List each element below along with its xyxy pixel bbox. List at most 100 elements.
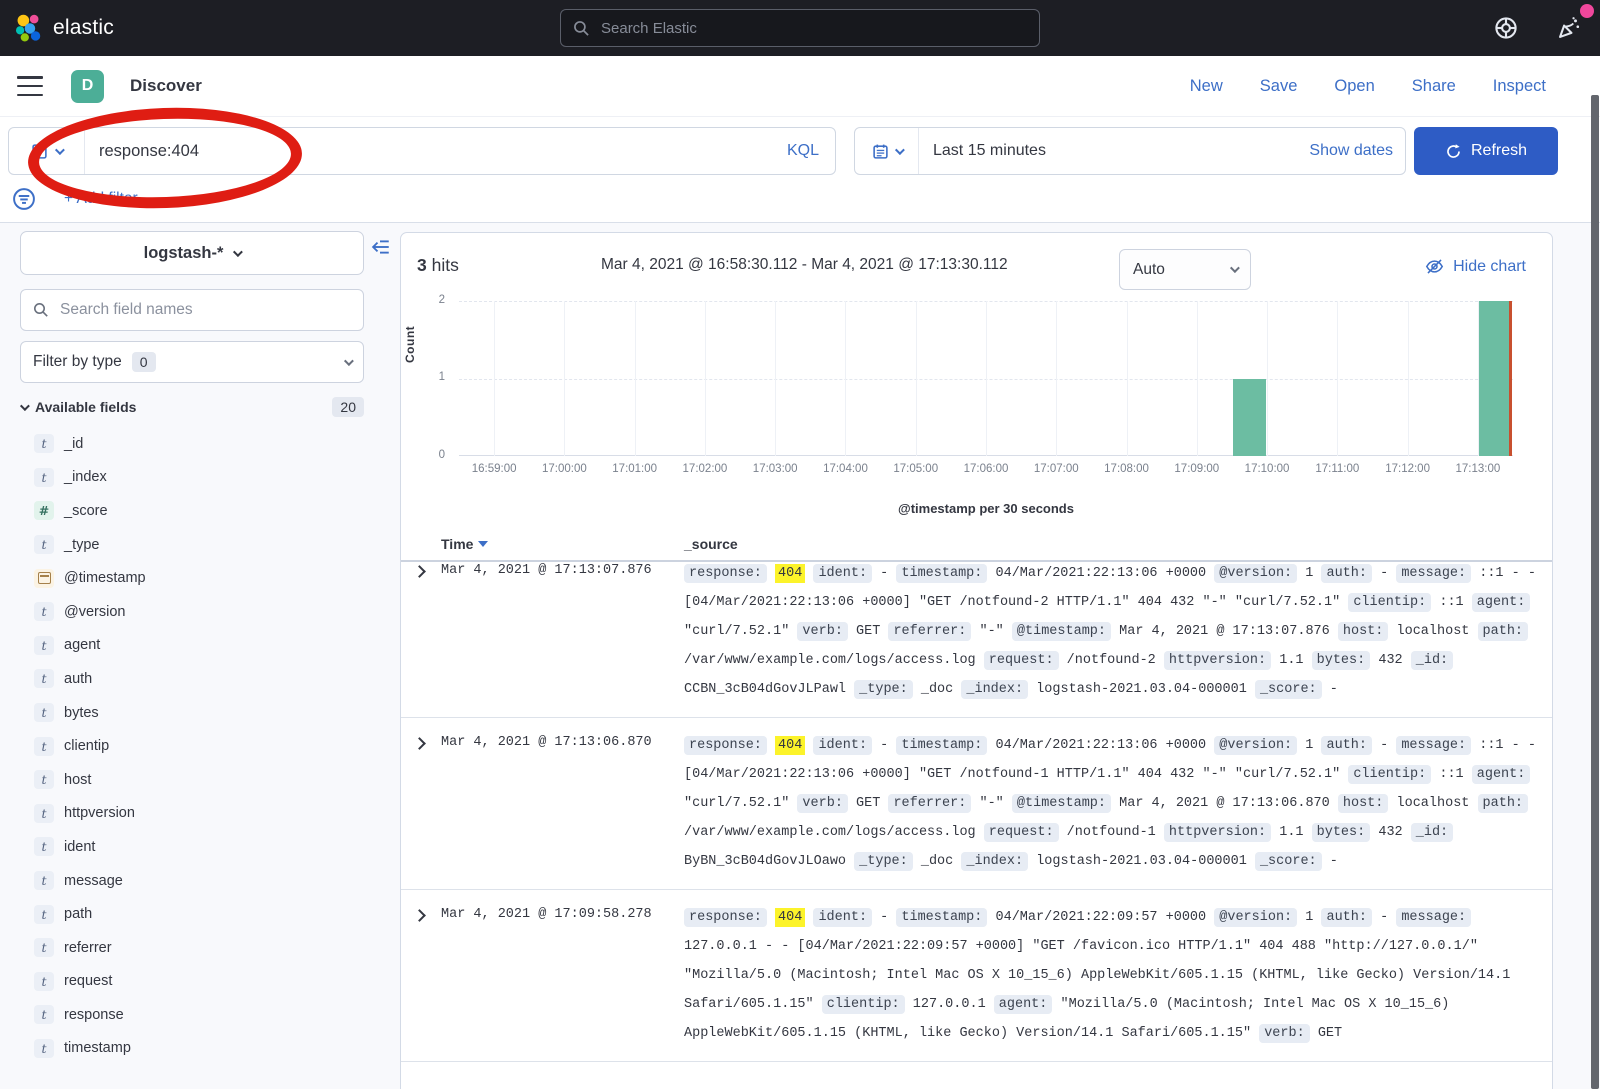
y-tick: 1	[405, 371, 445, 383]
filter-icon[interactable]	[12, 187, 36, 211]
field-item-referrer[interactable]: treferrer	[20, 931, 364, 965]
x-tick-label: 17:00:00	[542, 463, 587, 475]
x-tick-label: 17:01:00	[612, 463, 657, 475]
index-pattern-select[interactable]: logstash-*	[20, 231, 364, 275]
source-field-name: @version:	[1214, 564, 1297, 583]
field-item-_id[interactable]: t_id	[20, 427, 364, 461]
field-item-message[interactable]: tmessage	[20, 864, 364, 898]
field-item-_type[interactable]: t_type	[20, 528, 364, 562]
field-name: request	[64, 973, 112, 989]
field-item-agent[interactable]: tagent	[20, 629, 364, 663]
source-field-name: ident:	[813, 736, 872, 755]
source-field-name: timestamp:	[896, 908, 987, 927]
newsfeed-icon[interactable]	[1556, 15, 1582, 41]
appbar-action-inspect[interactable]: Inspect	[1493, 77, 1546, 96]
field-item-@timestamp[interactable]: @timestamp	[20, 561, 364, 595]
string-field-icon: t	[34, 938, 54, 957]
gridline	[1127, 301, 1128, 456]
date-quick-menu-button[interactable]	[855, 128, 919, 174]
source-field-name: request:	[984, 823, 1059, 842]
field-item-response[interactable]: tresponse	[20, 998, 364, 1032]
hide-chart-label: Hide chart	[1453, 258, 1526, 276]
global-search-input[interactable]	[599, 19, 1027, 38]
x-tick-label: 17:07:00	[1034, 463, 1079, 475]
source-field-name: message:	[1396, 736, 1471, 755]
filter-by-type-select[interactable]: Filter by type 0	[20, 341, 364, 383]
query-input[interactable]	[85, 142, 787, 161]
highlighted-value: 404	[775, 564, 805, 583]
chevron-down-icon	[20, 401, 30, 411]
brand-text: elastic	[53, 16, 114, 40]
show-dates-button[interactable]: Show dates	[1309, 142, 1393, 160]
field-item-timestamp[interactable]: ttimestamp	[20, 1032, 364, 1066]
field-item-ident[interactable]: tident	[20, 830, 364, 864]
source-field-name: verb:	[797, 794, 848, 813]
expand-row-icon[interactable]	[413, 737, 426, 750]
string-field-icon: t	[34, 703, 54, 722]
field-search-input[interactable]	[58, 300, 351, 320]
discover-app-badge[interactable]: D	[71, 70, 104, 103]
expand-row-icon[interactable]	[413, 565, 426, 578]
string-field-icon: t	[34, 669, 54, 688]
source-field-name: _type:	[854, 680, 913, 699]
appbar-action-new[interactable]: New	[1190, 77, 1223, 96]
appbar-action-share[interactable]: Share	[1412, 77, 1456, 96]
source-field-name: auth:	[1321, 908, 1372, 927]
source-field-name: referrer:	[888, 622, 971, 641]
field-item-clientip[interactable]: tclientip	[20, 729, 364, 763]
hide-chart-button[interactable]: Hide chart	[1425, 257, 1526, 276]
histogram-bar-17:09:30[interactable]	[1233, 379, 1266, 457]
string-field-icon: t	[34, 770, 54, 789]
field-item-host[interactable]: thost	[20, 763, 364, 797]
scrollbar[interactable]	[1591, 95, 1599, 1089]
field-item-httpversion[interactable]: thttpversion	[20, 797, 364, 831]
source-field-name: agent:	[1472, 765, 1531, 784]
hits-number: 3	[417, 255, 427, 275]
field-item-request[interactable]: trequest	[20, 965, 364, 999]
source-field-name: message:	[1396, 564, 1471, 583]
string-field-icon: t	[34, 1039, 54, 1058]
source-field-name: @timestamp:	[1012, 622, 1111, 641]
calendar-icon	[872, 143, 889, 160]
chevron-down-icon	[344, 356, 354, 366]
source-field-name: path:	[1478, 794, 1529, 813]
query-language-button[interactable]: KQL	[787, 142, 819, 160]
add-filter-button[interactable]: + Add filter	[64, 190, 138, 208]
source-field-name: host:	[1338, 794, 1389, 813]
field-name: bytes	[64, 705, 99, 721]
interval-select[interactable]: Auto	[1119, 249, 1251, 290]
global-header: elastic	[0, 0, 1600, 56]
elastic-logo[interactable]: elastic	[14, 13, 114, 43]
refresh-button[interactable]: Refresh	[1414, 127, 1558, 175]
search-icon	[573, 20, 590, 37]
field-name: auth	[64, 671, 92, 687]
source-field-name: @version:	[1214, 908, 1297, 927]
notification-dot	[1580, 4, 1594, 18]
field-item-_score[interactable]: #_score	[20, 494, 364, 528]
gridline	[1197, 301, 1198, 456]
field-item-path[interactable]: tpath	[20, 897, 364, 931]
refresh-icon	[1445, 143, 1462, 160]
field-item-_index[interactable]: t_index	[20, 461, 364, 495]
appbar-action-open[interactable]: Open	[1334, 77, 1374, 96]
global-search-box[interactable]	[560, 9, 1040, 47]
x-tick-label: 17:10:00	[1245, 463, 1290, 475]
menu-icon[interactable]	[17, 76, 43, 96]
gridline	[916, 301, 917, 456]
field-search-box[interactable]	[20, 289, 364, 331]
histogram-plot[interactable]	[459, 301, 1513, 456]
source-field-name: _index:	[961, 852, 1028, 871]
available-fields-header[interactable]: Available fields 20	[20, 397, 364, 417]
time-range-value[interactable]: Last 15 minutes	[933, 142, 1309, 160]
saved-query-menu-button[interactable]	[9, 128, 85, 174]
field-item-@version[interactable]: t@version	[20, 595, 364, 629]
appbar-action-save[interactable]: Save	[1260, 77, 1298, 96]
source-field-name: clientip:	[1348, 765, 1431, 784]
expand-row-icon[interactable]	[413, 909, 426, 922]
field-item-bytes[interactable]: tbytes	[20, 696, 364, 730]
histogram-bar-17:13:00[interactable]	[1479, 301, 1512, 456]
source-field-name: httpversion:	[1164, 651, 1271, 670]
help-icon[interactable]	[1494, 16, 1518, 40]
collapse-sidebar-button[interactable]	[370, 237, 390, 257]
field-item-auth[interactable]: tauth	[20, 662, 364, 696]
